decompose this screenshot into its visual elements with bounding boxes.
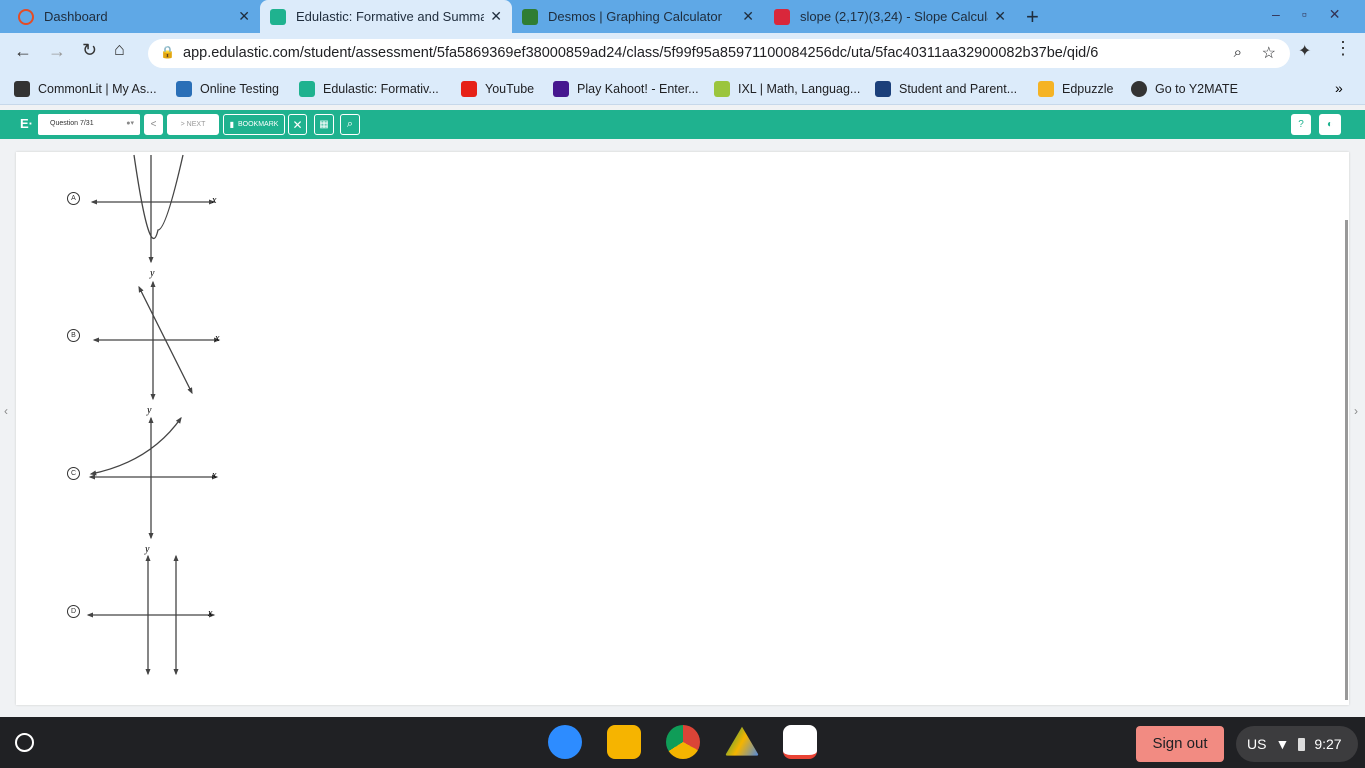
classroom-app-icon[interactable] <box>607 725 641 759</box>
battery-icon <box>1298 737 1306 751</box>
wifi-icon: ▼ <box>1275 736 1290 752</box>
y-axis-label: y <box>150 268 155 279</box>
gmail-app-icon[interactable] <box>783 725 817 759</box>
graph-d <box>86 554 216 676</box>
y-axis-label: y <box>147 405 152 416</box>
x-axis-label: x <box>212 195 217 206</box>
chrome-app-icon[interactable] <box>666 725 700 759</box>
launcher-button[interactable] <box>15 733 34 752</box>
graph-a <box>90 154 216 264</box>
x-axis-label: x <box>215 333 220 344</box>
graph-c <box>88 416 219 540</box>
x-axis-label: x <box>208 608 213 619</box>
sign-out-button[interactable]: Sign out <box>1136 726 1224 762</box>
status-tray[interactable]: US ▼ 9:27 <box>1236 726 1358 762</box>
y-axis-label: y <box>145 544 150 555</box>
answer-graphs <box>86 154 221 676</box>
graph-b <box>92 280 221 401</box>
zoom-app-icon[interactable] <box>548 725 582 759</box>
x-axis-label: x <box>212 470 217 481</box>
